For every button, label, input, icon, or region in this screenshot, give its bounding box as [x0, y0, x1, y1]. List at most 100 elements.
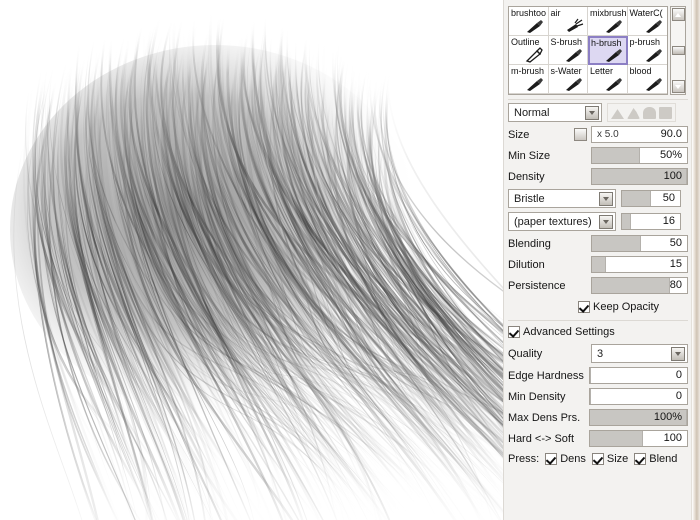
brush-cell-p-brush[interactable]: p-brush	[627, 36, 667, 65]
brush-icon	[566, 78, 582, 91]
pencil-icon	[525, 47, 543, 63]
keep-opacity-label: Keep Opacity	[593, 301, 660, 313]
brush-icon	[605, 78, 622, 91]
chevron-down-icon[interactable]	[671, 347, 685, 361]
blending-slider[interactable]: 50	[591, 235, 688, 252]
texture-select[interactable]: (paper textures)	[508, 212, 616, 231]
blending-row: Blending 50	[508, 234, 688, 253]
scrollbar-thumb[interactable]	[671, 46, 685, 55]
press-size-checkbox[interactable]	[591, 453, 604, 465]
brush-cell-air[interactable]: air	[548, 7, 588, 36]
bristle-select[interactable]: Bristle	[508, 189, 616, 208]
bristle-slider[interactable]: 50	[621, 190, 681, 207]
brush-label: Letter	[590, 66, 614, 76]
brush-settings-panel: brushtoo air mixbrush WaterC(Outline S-…	[503, 0, 700, 520]
sharp-triangle-shape-icon[interactable]	[611, 109, 624, 119]
min-size-value: 50%	[659, 149, 682, 161]
edge-hardness-slider[interactable]: 0	[589, 367, 688, 384]
brush-palette-scrollbar[interactable]	[670, 6, 686, 95]
density-label: Density	[508, 170, 545, 183]
min-density-label: Min Density	[508, 390, 566, 403]
texture-slider[interactable]: 16	[621, 213, 681, 230]
chevron-down-icon[interactable]	[599, 192, 613, 206]
edge-hardness-label: Edge Hardness	[508, 369, 584, 382]
hard-soft-slider[interactable]: 100	[589, 430, 688, 447]
keep-opacity-checkbox[interactable]	[578, 301, 590, 313]
dome-shape-icon[interactable]	[643, 107, 656, 119]
brush-cell-s-water[interactable]: s-Water	[548, 65, 588, 94]
quality-select[interactable]: 3	[591, 344, 688, 363]
min-size-slider[interactable]: 50%	[591, 147, 688, 164]
panel-divider	[691, 0, 700, 520]
brush-icon	[605, 49, 622, 62]
brush-cell-m-brush[interactable]: m-brush	[509, 65, 549, 94]
hard-soft-value: 100	[663, 432, 682, 444]
scroll-up-button[interactable]	[671, 8, 685, 21]
size-multiplier: x 5.0	[597, 129, 619, 140]
scroll-down-button[interactable]	[671, 80, 685, 93]
press-blend-checkbox[interactable]	[634, 453, 647, 465]
brush-cell-watercolor[interactable]: WaterC(	[627, 7, 667, 36]
press-dens-checkbox[interactable]	[545, 453, 558, 465]
brush-cell-brushtoo[interactable]: brushtoo	[509, 7, 549, 36]
brush-icon	[526, 20, 543, 33]
max-dens-prs-slider[interactable]: 100%	[589, 409, 688, 426]
bristle-row: Bristle 50	[508, 188, 688, 209]
brush-icon	[646, 78, 662, 91]
persistence-slider[interactable]: 80	[591, 277, 688, 294]
persistence-label: Persistence	[508, 279, 566, 292]
chevron-down-icon[interactable]	[599, 215, 613, 229]
brush-cell-blood[interactable]: blood	[627, 65, 667, 94]
blend-mode-value: Normal	[514, 106, 550, 119]
square-shape-icon[interactable]	[659, 107, 672, 119]
brush-label: blood	[629, 66, 652, 76]
brush-palette: brushtoo air mixbrush WaterC(Outline S-…	[508, 6, 688, 95]
size-slider[interactable]: x 5.0 90.0	[591, 126, 688, 143]
brush-icon	[605, 20, 622, 33]
advanced-settings-checkbox[interactable]	[508, 326, 520, 338]
dilution-slider[interactable]: 15	[591, 256, 688, 273]
press-size-group[interactable]: Size	[591, 453, 628, 465]
brush-grid[interactable]: brushtoo air mixbrush WaterC(Outline S-…	[508, 6, 668, 95]
brush-label: S-brush	[550, 37, 583, 47]
hair-strands-artwork	[0, 0, 503, 520]
brush-icon	[646, 49, 662, 62]
density-value: 100	[663, 170, 682, 182]
brush-cell-letter[interactable]: Letter	[588, 65, 628, 94]
size-toggle-button[interactable]	[574, 128, 587, 141]
size-value: 90.0	[660, 128, 682, 140]
brush-cell-h-brush[interactable]: h-brush	[588, 36, 628, 65]
texture-row: (paper textures) 16	[508, 211, 688, 232]
brush-icon	[646, 20, 662, 33]
chevron-down-icon[interactable]	[585, 106, 599, 120]
divider	[508, 320, 688, 321]
min-density-slider[interactable]: 0	[589, 388, 688, 405]
persistence-value: 80	[669, 279, 682, 291]
press-label: Press:	[508, 453, 540, 465]
pressure-options-row: Press: Dens Size Blend	[508, 450, 688, 468]
bristle-value: Bristle	[514, 192, 545, 205]
keep-opacity-row[interactable]: Keep Opacity	[508, 298, 688, 316]
quality-label: Quality	[508, 347, 543, 360]
brush-label: p-brush	[629, 37, 661, 47]
canvas-area[interactable]	[0, 0, 503, 520]
chevron-down-icon	[675, 84, 681, 89]
airbrush-icon	[567, 18, 584, 32]
blend-mode-select[interactable]: Normal	[508, 103, 602, 122]
soft-triangle-shape-icon[interactable]	[627, 107, 640, 119]
max-dens-prs-value: 100%	[653, 411, 682, 423]
dilution-row: Dilution 15	[508, 255, 688, 274]
press-blend-group[interactable]: Blend	[634, 453, 677, 465]
hard-soft-row: Hard <-> Soft 100	[508, 429, 688, 448]
brush-cell-mixbrush[interactable]: mixbrush	[588, 7, 628, 36]
brush-cell-s-brush[interactable]: S-brush	[548, 36, 588, 65]
brush-shape-options[interactable]	[607, 103, 676, 122]
advanced-settings-row[interactable]: Advanced Settings	[508, 323, 688, 341]
dilution-value: 15	[669, 258, 682, 270]
press-dens-group[interactable]: Dens	[545, 453, 586, 465]
quality-value: 3	[597, 347, 604, 360]
brush-label: brushtoo	[511, 8, 547, 18]
brush-cell-outline[interactable]: Outline	[509, 36, 549, 65]
press-blend-label: Blend	[649, 453, 678, 465]
density-slider[interactable]: 100	[591, 168, 688, 185]
